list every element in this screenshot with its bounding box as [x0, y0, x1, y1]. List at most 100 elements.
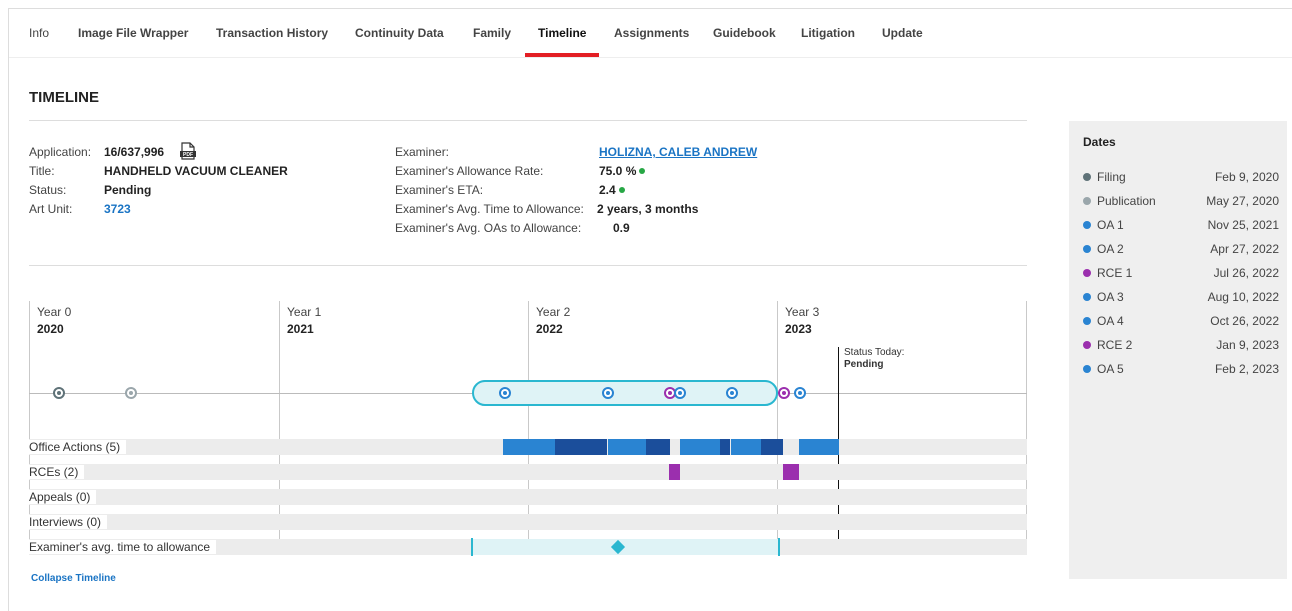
year-gridline: [777, 301, 778, 547]
event-dot-icon: [1083, 317, 1091, 325]
date-event-name: Publication: [1097, 194, 1156, 208]
tab-assignments[interactable]: Assignments: [614, 26, 689, 40]
collapse-timeline-link[interactable]: Collapse Timeline: [31, 573, 116, 584]
year-1-header: Year 1 2021: [287, 305, 321, 336]
tab-timeline[interactable]: Timeline: [538, 26, 586, 40]
date-row: RCE 2 Jan 9, 2023: [1083, 338, 1279, 354]
avg-time-start-tick: [471, 538, 473, 556]
oa-segment[interactable]: [503, 439, 555, 455]
rce-segment[interactable]: [669, 464, 680, 480]
oa-segment[interactable]: [761, 439, 783, 455]
allowance-rate-text: 75.0 %: [599, 164, 637, 178]
status-today-label: Status Today: Pending: [844, 347, 904, 371]
tab-bar: Info Image File Wrapper Transaction Hist…: [9, 9, 1292, 58]
rces-label: RCEs (2): [29, 465, 85, 479]
tab-continuity-data[interactable]: Continuity Data: [355, 26, 444, 40]
oa-5-marker[interactable]: [794, 387, 806, 399]
oa-4-marker[interactable]: [726, 387, 738, 399]
page-title: TIMELINE: [29, 89, 99, 106]
date-row: Publication May 27, 2020: [1083, 194, 1279, 210]
year-0-header: Year 0 2020: [37, 305, 71, 336]
year-0-value: 2020: [37, 322, 64, 336]
oa-2-marker[interactable]: [602, 387, 614, 399]
oa-segment[interactable]: [680, 439, 720, 455]
title-value: HANDHELD VACUUM CLEANER: [104, 164, 288, 178]
year-3-label: Year 3: [785, 305, 820, 319]
date-event-date: Aug 10, 2022: [1207, 290, 1279, 304]
oa-segment[interactable]: [646, 439, 670, 455]
date-row: OA 5 Feb 2, 2023: [1083, 362, 1279, 378]
eta-text: 2.4: [599, 183, 616, 197]
publication-marker[interactable]: [125, 387, 137, 399]
event-dot-icon: [1083, 365, 1091, 373]
page-frame: Info Image File Wrapper Transaction Hist…: [8, 8, 1292, 611]
date-event-name: Filing: [1097, 170, 1126, 184]
year-0-label: Year 0: [37, 305, 72, 319]
svg-text:PDF: PDF: [183, 152, 193, 158]
year-3-header: Year 3 2023: [785, 305, 819, 336]
office-actions-label: Office Actions (5): [29, 440, 127, 454]
status-value: Pending: [104, 183, 152, 197]
avg-time-row-label: Examiner's avg. time to allowance: [29, 540, 217, 554]
eta-indicator: [618, 187, 625, 193]
avg-time-band: [472, 539, 779, 555]
active-tab-indicator: [525, 53, 599, 57]
year-2-label: Year 2: [536, 305, 571, 319]
eta-value: 2.4: [599, 183, 625, 197]
oa-segment[interactable]: [731, 439, 761, 455]
event-dot-icon: [1083, 293, 1091, 301]
title-label: Title:: [29, 164, 55, 178]
tab-update[interactable]: Update: [882, 26, 923, 40]
rce-segment[interactable]: [783, 464, 799, 480]
event-dot-icon: [1083, 341, 1091, 349]
art-unit-link[interactable]: 3723: [104, 202, 131, 216]
date-event-date: Nov 25, 2021: [1207, 218, 1279, 232]
oa-3-marker[interactable]: [674, 387, 686, 399]
date-row: OA 2 Apr 27, 2022: [1083, 242, 1279, 258]
tab-transaction-history[interactable]: Transaction History: [216, 26, 328, 40]
dates-panel: Dates Filing Feb 9, 2020 Publication May 27…: [1069, 121, 1287, 579]
year-gridline: [29, 301, 30, 547]
date-event-name: RCE 2: [1097, 338, 1133, 352]
date-event-date: May 27, 2020: [1206, 194, 1279, 208]
avg-time-end-tick: [778, 538, 780, 556]
year-3-value: 2023: [785, 322, 812, 336]
oa-segment[interactable]: [555, 439, 607, 455]
dates-title: Dates: [1083, 135, 1116, 149]
tab-family[interactable]: Family: [473, 26, 511, 40]
art-unit-label: Art Unit:: [29, 202, 73, 216]
filing-marker[interactable]: [53, 387, 65, 399]
date-event-name: RCE 1: [1097, 266, 1133, 280]
oa-segment[interactable]: [799, 439, 839, 455]
oa-1-marker[interactable]: [499, 387, 511, 399]
event-dot-icon: [1083, 197, 1091, 205]
event-dot-icon: [1083, 173, 1091, 181]
appeals-track: [29, 489, 1027, 505]
tab-guidebook[interactable]: Guidebook: [713, 26, 776, 40]
year-2-header: Year 2 2022: [536, 305, 570, 336]
timeline-chart: Year 0 2020 Year 1 2021 Year 2 2022 Year 3 2…: [29, 289, 1027, 569]
date-event-date: Jul 26, 2022: [1213, 266, 1279, 280]
date-event-date: Feb 2, 2023: [1214, 362, 1279, 376]
oa-segment[interactable]: [608, 439, 646, 455]
date-event-date: Feb 9, 2020: [1214, 170, 1279, 184]
status-today-value: Pending: [844, 359, 884, 370]
date-event-name: OA 1: [1097, 218, 1124, 232]
tab-image-file-wrapper[interactable]: Image File Wrapper: [78, 26, 188, 40]
event-dot-icon: [1083, 245, 1091, 253]
tab-litigation[interactable]: Litigation: [801, 26, 855, 40]
rce-2-marker[interactable]: [778, 387, 790, 399]
oa-segment[interactable]: [720, 439, 730, 455]
tab-info[interactable]: Info: [29, 26, 49, 40]
year-gridline: [528, 301, 529, 547]
date-event-name: OA 4: [1097, 314, 1124, 328]
date-event-date: Apr 27, 2022: [1210, 242, 1279, 256]
event-dot-icon: [1083, 269, 1091, 277]
avg-oas-value: 0.9: [613, 221, 630, 235]
pdf-icon[interactable]: PDF: [179, 142, 197, 160]
date-row: OA 1 Nov 25, 2021: [1083, 218, 1279, 234]
allowance-rate-label: Examiner's Allowance Rate:: [395, 164, 544, 178]
year-gridline: [1026, 301, 1027, 547]
date-event-name: OA 2: [1097, 242, 1124, 256]
examiner-link[interactable]: HOLIZNA, CALEB ANDREW: [599, 145, 757, 159]
